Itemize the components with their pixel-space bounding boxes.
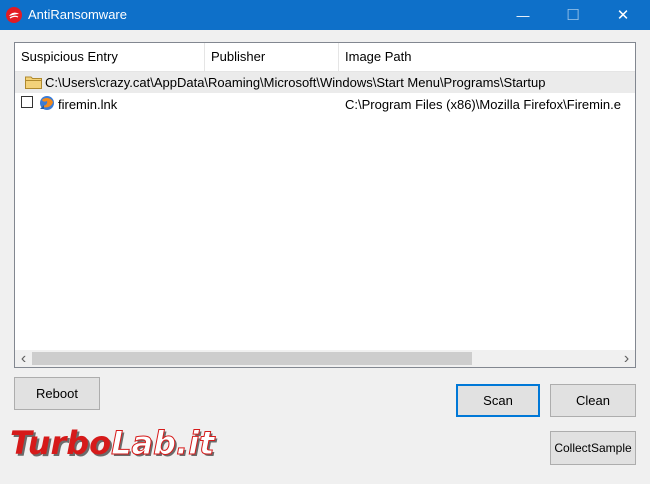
column-header-image-path[interactable]: Image Path	[339, 43, 635, 71]
collect-sample-button[interactable]: CollectSample	[550, 431, 636, 465]
scan-button[interactable]: Scan	[456, 384, 540, 417]
minimize-icon: —	[516, 7, 530, 23]
column-header-publisher[interactable]: Publisher	[205, 43, 339, 71]
close-button[interactable]: ✕	[600, 0, 646, 30]
clean-button[interactable]: Clean	[550, 384, 636, 417]
list-header: Suspicious Entry Publisher Image Path	[15, 43, 635, 72]
entry-name: firemin.lnk	[58, 97, 118, 112]
turbolab-watermark: TurboLab.it TurboLab.it	[10, 424, 218, 465]
scrollbar-thumb[interactable]	[32, 352, 472, 365]
horizontal-scrollbar[interactable]: ‹ ›	[15, 350, 635, 367]
watermark-text-lab: Lab.it	[111, 424, 216, 462]
suspicious-entries-list[interactable]: Suspicious Entry Publisher Image Path C:…	[14, 42, 636, 368]
scroll-left-button[interactable]: ‹	[15, 350, 32, 367]
chevron-left-icon: ‹	[20, 349, 27, 367]
chevron-right-icon: ›	[623, 349, 630, 367]
app-logo-icon	[6, 7, 22, 23]
entry-image-path: C:\Program Files (x86)\Mozilla Firefox\F…	[345, 97, 621, 112]
list-item[interactable]: firemin.lnk C:\Program Files (x86)\Mozil…	[15, 93, 635, 115]
maximize-icon: ☐	[566, 7, 580, 24]
folder-icon	[25, 76, 42, 89]
window-title: AntiRansomware	[28, 7, 127, 22]
close-icon: ✕	[616, 7, 630, 24]
svg-text:TurboLab.it: TurboLab.it	[10, 424, 216, 462]
window-client-area: Suspicious Entry Publisher Image Path C:…	[0, 30, 650, 484]
reboot-button[interactable]: Reboot	[14, 377, 100, 410]
firefox-shortcut-icon	[40, 96, 54, 110]
group-row-startup-folder[interactable]: C:\Users\crazy.cat\AppData\Roaming\Micro…	[15, 72, 635, 93]
watermark-text-turbo: Turbo	[10, 424, 111, 462]
group-path: C:\Users\crazy.cat\AppData\Roaming\Micro…	[45, 75, 546, 90]
title-bar: AntiRansomware — ☐ ✕	[0, 0, 650, 30]
minimize-button[interactable]: —	[500, 0, 546, 30]
maximize-button[interactable]: ☐	[550, 0, 596, 30]
column-header-suspicious-entry[interactable]: Suspicious Entry	[15, 43, 205, 71]
scroll-right-button[interactable]: ›	[618, 350, 635, 367]
entry-checkbox[interactable]	[21, 96, 33, 108]
